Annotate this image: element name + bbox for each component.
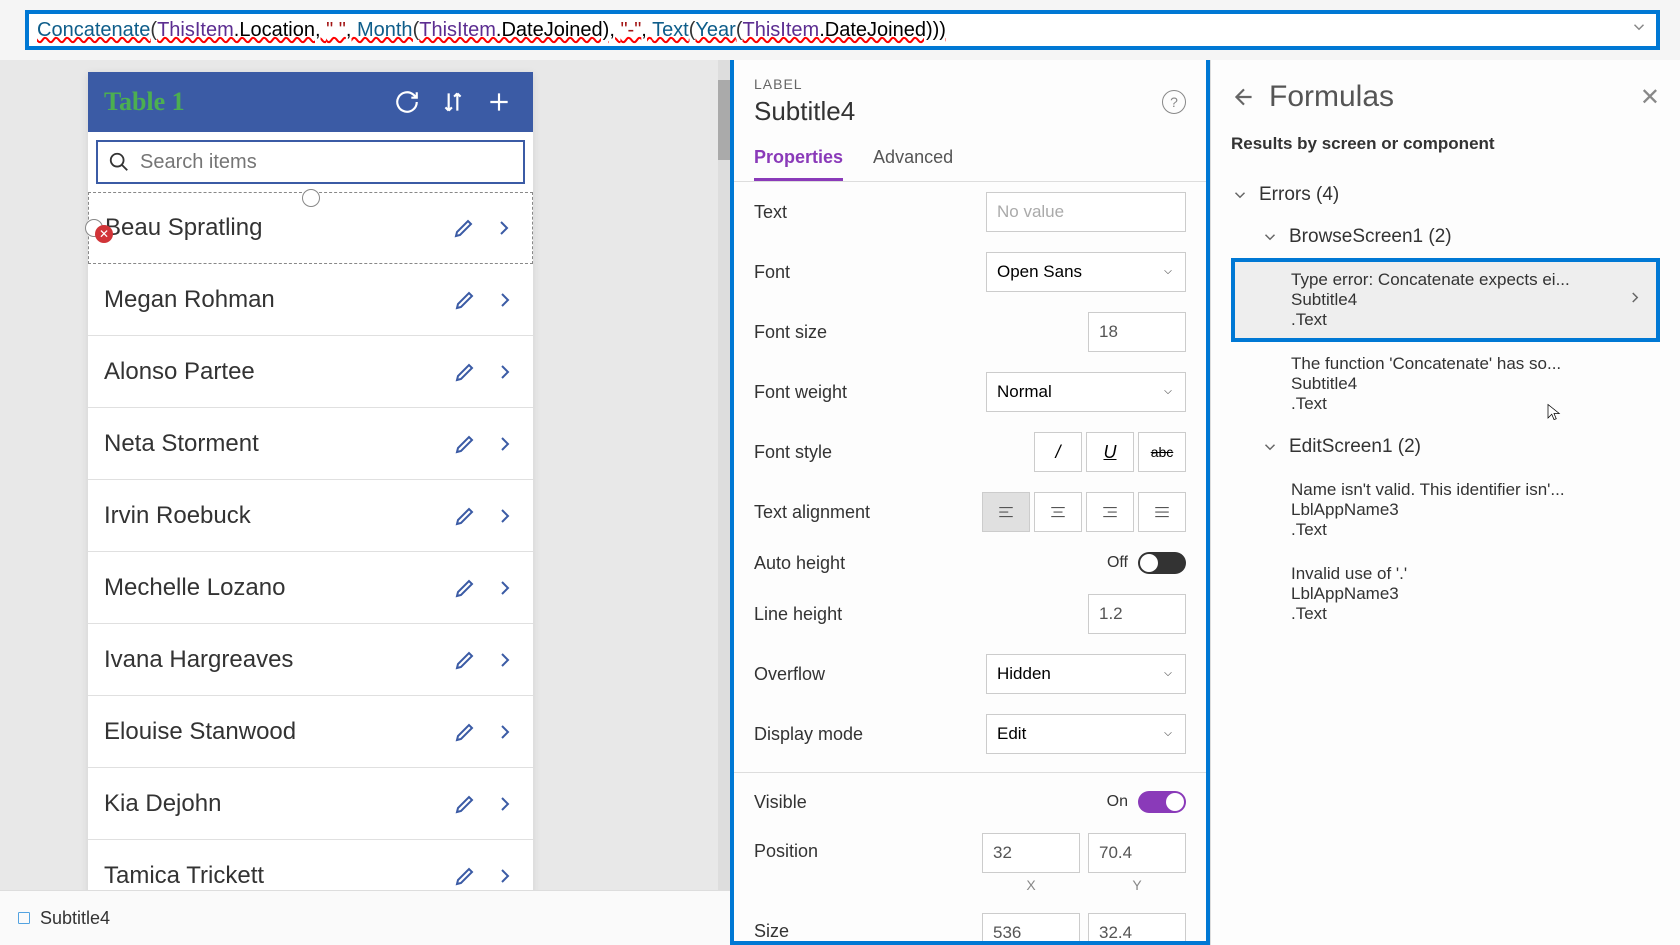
list-item[interactable]: Alonso Partee [88,336,533,408]
align-left-button[interactable] [982,492,1030,532]
close-icon[interactable]: ✕ [1640,83,1660,112]
error-item[interactable]: Invalid use of '.' LblAppName3 .Text [1231,552,1660,636]
edit-icon[interactable] [453,792,477,816]
tab-properties[interactable]: Properties [754,147,843,181]
editscreen-node[interactable]: EditScreen1 (2) [1231,426,1660,468]
control-name: Subtitle4 [754,96,1186,127]
list-item[interactable]: ✕ Beau Spratling [88,192,533,264]
properties-tabs: Properties Advanced [734,127,1206,182]
list-item[interactable]: Irvin Roebuck [88,480,533,552]
edit-icon[interactable] [453,288,477,312]
list-item[interactable]: Megan Rohman [88,264,533,336]
formula-bar[interactable]: Concatenate(ThisItem.Location, " ", Mont… [25,10,1660,50]
back-icon[interactable] [1231,84,1257,110]
list-item[interactable]: Neta Storment [88,408,533,480]
canvas-area: Table 1 ✕ Beau Spratling [0,60,730,890]
list-item[interactable]: Kia Dejohn [88,768,533,840]
align-right-button[interactable] [1086,492,1134,532]
chevron-right-icon[interactable] [493,504,517,528]
sort-icon[interactable] [435,84,471,120]
chevron-right-icon[interactable] [493,720,517,744]
browsescreen-node[interactable]: BrowseScreen1 (2) [1231,216,1660,258]
selected-control-label: Subtitle4 [16,908,110,929]
refresh-icon[interactable] [389,84,425,120]
list-item[interactable]: Ivana Hargreaves [88,624,533,696]
formulas-title: Formulas [1269,80,1628,114]
list-item[interactable]: Elouise Stanwood [88,696,533,768]
gallery-card: Table 1 ✕ Beau Spratling [88,72,533,890]
align-center-button[interactable] [1034,492,1082,532]
errors-node[interactable]: Errors (4) [1231,174,1660,216]
chevron-right-icon[interactable] [492,216,516,240]
edit-icon[interactable] [453,360,477,384]
formulas-panel: Formulas ✕ Results by screen or componen… [1210,60,1680,945]
fontsize-input[interactable] [1088,312,1186,352]
tab-advanced[interactable]: Advanced [873,147,953,181]
strike-button[interactable]: abc [1138,432,1186,472]
underline-button[interactable]: U [1086,432,1134,472]
displaymode-select[interactable]: Edit [986,714,1186,754]
italic-button[interactable]: / [1034,432,1082,472]
chevron-right-icon [1626,289,1644,312]
properties-panel: LABEL Subtitle4 ? Properties Advanced Te… [730,60,1210,945]
edit-icon[interactable] [453,648,477,672]
error-badge-icon: ✕ [95,225,113,243]
font-select[interactable]: Open Sans [986,252,1186,292]
chevron-right-icon[interactable] [493,648,517,672]
chevron-right-icon[interactable] [493,288,517,312]
edit-icon[interactable] [453,720,477,744]
gallery-list: ✕ Beau Spratling Megan Rohman Alonso Par… [88,192,533,890]
position-y-input[interactable] [1088,833,1186,873]
control-type-label: LABEL [754,76,1186,92]
chevron-right-icon[interactable] [493,432,517,456]
error-item[interactable]: Type error: Concatenate expects ei... Su… [1231,258,1660,342]
position-x-input[interactable] [982,833,1080,873]
lineheight-input[interactable] [1088,594,1186,634]
list-item[interactable]: Tamica Trickett [88,840,533,890]
formula-expand-icon[interactable] [1630,18,1648,42]
search-field[interactable] [140,151,513,174]
edit-icon[interactable] [453,504,477,528]
text-input[interactable] [986,192,1186,232]
fontweight-select[interactable]: Normal [986,372,1186,412]
chevron-right-icon[interactable] [493,576,517,600]
gallery-title: Table 1 [104,87,379,117]
gallery-header: Table 1 [88,72,533,132]
search-input[interactable] [96,140,525,184]
height-input[interactable] [1088,913,1186,945]
edit-icon[interactable] [453,576,477,600]
canvas-scrollbar[interactable] [718,60,730,890]
edit-icon[interactable] [453,432,477,456]
help-icon[interactable]: ? [1162,90,1186,114]
chevron-right-icon[interactable] [493,360,517,384]
width-input[interactable] [982,913,1080,945]
visible-toggle[interactable]: On [1107,791,1186,813]
search-icon [108,151,130,173]
chevron-right-icon[interactable] [493,864,517,888]
overflow-select[interactable]: Hidden [986,654,1186,694]
error-item[interactable]: Name isn't valid. This identifier isn'..… [1231,468,1660,552]
edit-icon[interactable] [452,216,476,240]
autoheight-toggle[interactable]: Off [1107,552,1186,574]
edit-icon[interactable] [453,864,477,888]
chevron-right-icon[interactable] [493,792,517,816]
results-label: Results by screen or component [1231,134,1660,154]
item-name: Beau Spratling [105,214,452,242]
error-item[interactable]: The function 'Concatenate' has so... Sub… [1231,342,1660,426]
align-justify-button[interactable] [1138,492,1186,532]
add-icon[interactable] [481,84,517,120]
list-item[interactable]: Mechelle Lozano [88,552,533,624]
